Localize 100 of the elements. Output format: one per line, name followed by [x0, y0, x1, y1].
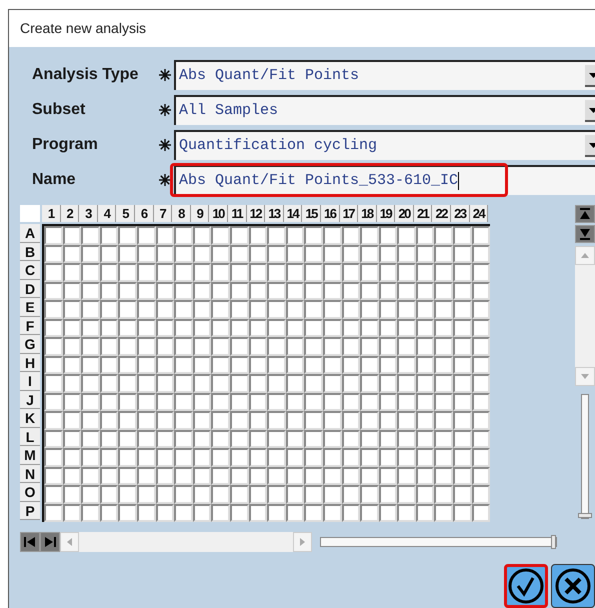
well-cell[interactable]	[416, 374, 434, 392]
well-cell[interactable]	[397, 448, 416, 466]
well-cell[interactable]	[286, 300, 304, 318]
well-cell[interactable]	[378, 337, 398, 356]
dropdown-field[interactable]: Abs Quant/Fit Points	[174, 60, 595, 90]
column-header[interactable]: 1	[42, 205, 61, 222]
well-cell[interactable]	[304, 318, 323, 337]
well-cell[interactable]	[230, 337, 249, 356]
well-cell[interactable]	[453, 337, 472, 356]
column-header[interactable]: 11	[228, 205, 247, 222]
well-cell[interactable]	[378, 485, 398, 504]
well-cell[interactable]	[136, 374, 156, 392]
well-cell[interactable]	[44, 485, 63, 504]
well-cell[interactable]	[156, 411, 174, 430]
well-cell[interactable]	[286, 411, 304, 430]
well-cell[interactable]	[434, 448, 454, 466]
well-cell[interactable]	[44, 337, 63, 356]
well-cell[interactable]	[136, 485, 156, 504]
well-cell[interactable]	[174, 318, 193, 337]
column-header[interactable]: 19	[376, 205, 396, 222]
well-cell[interactable]	[211, 430, 230, 448]
well-cell[interactable]	[81, 466, 100, 485]
well-cell[interactable]	[267, 318, 286, 337]
cancel-button[interactable]	[551, 564, 595, 608]
well-cell[interactable]	[248, 374, 268, 392]
well-cell[interactable]	[378, 411, 398, 430]
well-cell[interactable]	[62, 374, 82, 392]
well-cell[interactable]	[156, 485, 174, 504]
well-cell[interactable]	[267, 300, 286, 318]
well-cell[interactable]	[100, 226, 118, 244]
well-cell[interactable]	[211, 318, 230, 337]
well-cell[interactable]	[453, 244, 472, 263]
well-cell[interactable]	[81, 392, 100, 411]
well-cell[interactable]	[304, 244, 323, 263]
column-header[interactable]: 24	[470, 205, 488, 222]
well-cell[interactable]	[453, 448, 472, 466]
well-cell[interactable]	[100, 485, 118, 504]
well-cell[interactable]	[136, 263, 156, 282]
well-cell[interactable]	[118, 485, 137, 504]
well-cell[interactable]	[267, 356, 286, 374]
column-header[interactable]: 6	[134, 205, 154, 222]
well-cell[interactable]	[360, 226, 379, 244]
well-cell[interactable]	[174, 263, 193, 282]
well-cell[interactable]	[286, 448, 304, 466]
well-cell[interactable]	[136, 337, 156, 356]
well-cell[interactable]	[230, 263, 249, 282]
well-cell[interactable]	[118, 226, 137, 244]
well-cell[interactable]	[416, 226, 434, 244]
well-cell[interactable]	[267, 448, 286, 466]
well-cell[interactable]	[192, 337, 212, 356]
well-cell[interactable]	[304, 282, 323, 300]
well-cell[interactable]	[174, 356, 193, 374]
well-cell[interactable]	[192, 226, 212, 244]
well-cell[interactable]	[118, 300, 137, 318]
well-cell[interactable]	[304, 485, 323, 504]
well-cell[interactable]	[267, 226, 286, 244]
well-cell[interactable]	[453, 374, 472, 392]
well-cell[interactable]	[304, 392, 323, 411]
well-cell[interactable]	[453, 263, 472, 282]
well-cell[interactable]	[81, 448, 100, 466]
well-cell[interactable]	[360, 374, 379, 392]
scroll-down-button[interactable]	[574, 367, 595, 386]
well-cell[interactable]	[44, 226, 63, 244]
well-cell[interactable]	[434, 244, 454, 263]
row-header[interactable]: E	[20, 298, 40, 316]
well-cell[interactable]	[360, 337, 379, 356]
well-cell[interactable]	[100, 448, 118, 466]
well-cell[interactable]	[211, 504, 230, 522]
well-cell[interactable]	[342, 337, 360, 356]
dropdown-field[interactable]: Quantification cycling	[174, 130, 595, 160]
dropdown-arrow-icon[interactable]	[588, 142, 595, 148]
well-cell[interactable]	[211, 244, 230, 263]
well-cell[interactable]	[118, 411, 137, 430]
well-cell[interactable]	[434, 282, 454, 300]
well-cell[interactable]	[378, 263, 398, 282]
well-cell[interactable]	[360, 485, 379, 504]
well-cell[interactable]	[211, 374, 230, 392]
well-cell[interactable]	[360, 466, 379, 485]
well-cell[interactable]	[472, 337, 490, 356]
well-cell[interactable]	[416, 485, 434, 504]
last-page-button[interactable]	[40, 532, 60, 552]
well-cell[interactable]	[453, 466, 472, 485]
well-cell[interactable]	[100, 337, 118, 356]
well-cell[interactable]	[304, 466, 323, 485]
well-cell[interactable]	[81, 300, 100, 318]
well-cell[interactable]	[44, 244, 63, 263]
well-cell[interactable]	[100, 411, 118, 430]
first-page-button[interactable]	[20, 532, 40, 552]
well-cell[interactable]	[453, 282, 472, 300]
column-header[interactable]: 12	[246, 205, 266, 222]
well-cell[interactable]	[397, 282, 416, 300]
well-cell[interactable]	[360, 430, 379, 448]
well-cell[interactable]	[342, 411, 360, 430]
well-cell[interactable]	[62, 485, 82, 504]
well-cell[interactable]	[397, 504, 416, 522]
well-cell[interactable]	[304, 337, 323, 356]
well-cell[interactable]	[378, 448, 398, 466]
row-header[interactable]: I	[20, 372, 40, 390]
well-cell[interactable]	[360, 356, 379, 374]
well-cell[interactable]	[342, 485, 360, 504]
